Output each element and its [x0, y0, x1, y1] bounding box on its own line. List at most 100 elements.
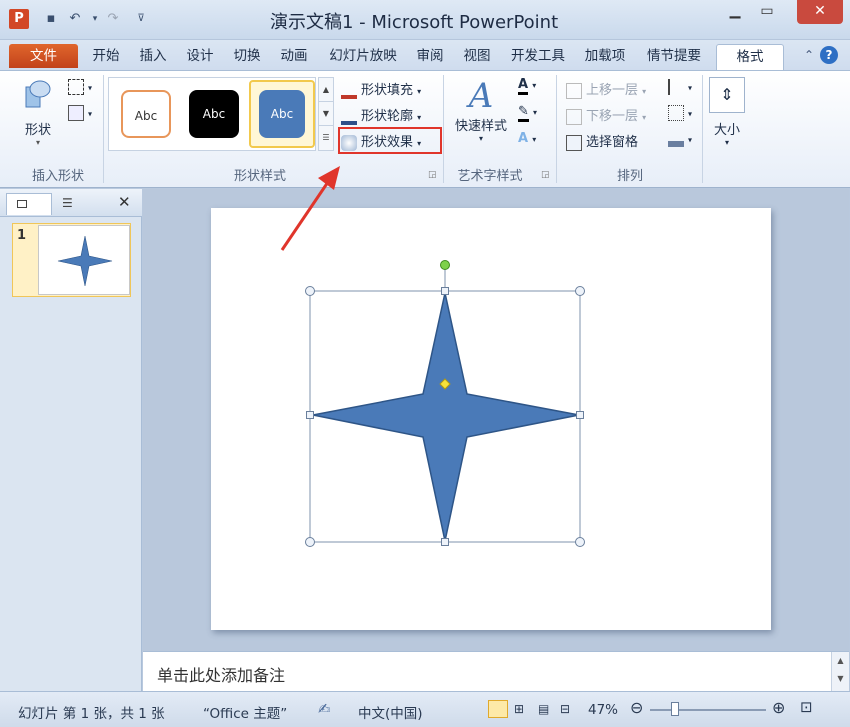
shape-style-gallery[interactable]: Abc Abc Abc: [108, 77, 316, 151]
size-button[interactable]: ⇕ 大小 ▾: [708, 77, 746, 147]
style-thumb-selected[interactable]: Abc: [249, 80, 315, 148]
customize-qat-icon[interactable]: ⊽: [132, 10, 150, 28]
notes-pane[interactable]: 单击此处添加备注 ▲ ▼: [143, 651, 849, 692]
tab-addins[interactable]: 加载项: [580, 44, 630, 68]
undo-icon[interactable]: ↶: [66, 10, 84, 28]
size-dropdown-icon: ▾: [724, 138, 729, 147]
slides-panel: ☰ ✕ 1: [0, 189, 142, 691]
slide-sorter-icon[interactable]: ⊞: [514, 702, 524, 716]
gallery-down-icon[interactable]: ▼: [319, 102, 333, 126]
slide-count: 幻灯片 第 1 张，共 1 张: [18, 706, 165, 722]
bring-forward-button[interactable]: 上移一层 ▾: [566, 79, 646, 99]
rotation-handle[interactable]: [440, 260, 450, 270]
text-effects-icon: A: [518, 131, 529, 146]
shapes-label: 形状: [24, 123, 51, 138]
resize-handle-bottom-right[interactable]: [575, 537, 585, 547]
normal-view-icon[interactable]: [488, 700, 508, 718]
minimize-button[interactable]: ▁: [720, 0, 750, 24]
text-fill-icon: A: [518, 77, 529, 95]
slides-tab-icon: [17, 200, 27, 208]
quick-styles-dropdown-icon: ▾: [478, 134, 483, 143]
four-point-star-shape[interactable]: [312, 292, 580, 542]
resize-handle-top-right[interactable]: [575, 286, 585, 296]
fit-to-window-icon[interactable]: ⊡: [800, 698, 813, 716]
tab-animations[interactable]: 动画: [276, 44, 312, 68]
rotate-button[interactable]: ▾: [668, 131, 692, 147]
tab-format[interactable]: 格式: [716, 44, 784, 71]
zoom-out-icon[interactable]: ⊖: [630, 698, 643, 717]
tab-insert[interactable]: 插入: [135, 44, 171, 68]
shape-outline-button[interactable]: 形状轮廓 ▾: [341, 105, 421, 125]
tab-review[interactable]: 审阅: [412, 44, 448, 68]
shape-styles-launcher-icon[interactable]: ◲: [428, 170, 437, 180]
theme-name[interactable]: “Office 主题”: [203, 702, 287, 722]
close-button[interactable]: ✕: [797, 0, 843, 24]
bring-forward-label: 上移一层: [586, 83, 639, 98]
resize-handle-top[interactable]: [441, 287, 449, 295]
slide-thumbnail-selected[interactable]: 1: [12, 223, 131, 297]
shape-fill-button[interactable]: 形状填充 ▾: [341, 79, 421, 99]
tab-developer[interactable]: 开发工具: [506, 44, 570, 68]
reading-view-icon[interactable]: ▤: [538, 702, 549, 716]
slides-tab[interactable]: [6, 193, 52, 215]
align-button[interactable]: ▾: [668, 79, 692, 95]
collapse-ribbon-icon[interactable]: ⌃: [800, 46, 818, 64]
wordart-launcher-icon[interactable]: ◲: [541, 170, 550, 180]
ribbon: 形状 ▾ ▾ ▾ 插入形状 Abc Abc Abc ▲ ▼ ☰ 形状填充 ▾ 形…: [0, 70, 850, 188]
undo-dropdown-icon[interactable]: ▾: [86, 10, 104, 28]
slide-canvas[interactable]: [211, 208, 771, 630]
zoom-level[interactable]: 47%: [588, 702, 618, 718]
tab-slideshow[interactable]: 幻灯片放映: [323, 44, 403, 68]
tab-design[interactable]: 设计: [182, 44, 218, 68]
separator: [443, 75, 444, 183]
edit-shape-button[interactable]: ▾: [68, 79, 92, 95]
resize-handle-bottom[interactable]: [441, 538, 449, 546]
resize-handle-left[interactable]: [306, 411, 314, 419]
resize-handle-right[interactable]: [576, 411, 584, 419]
shape-outline-label: 形状轮廓: [361, 109, 414, 124]
tab-transitions[interactable]: 切换: [229, 44, 265, 68]
gallery-more-icon[interactable]: ☰: [319, 126, 333, 150]
save-icon[interactable]: ▪: [42, 10, 60, 28]
powerpoint-app-icon[interactable]: P: [9, 9, 29, 29]
tab-view[interactable]: 视图: [459, 44, 495, 68]
spell-check-icon[interactable]: ✍: [318, 700, 331, 718]
redo-icon[interactable]: ↷: [104, 10, 122, 28]
outline-tab-icon[interactable]: ☰: [62, 196, 73, 210]
align-icon: [668, 79, 684, 95]
tab-home[interactable]: 开始: [88, 44, 124, 68]
group-objects-button[interactable]: ▾: [668, 105, 692, 121]
notes-scrollbar[interactable]: ▲ ▼: [831, 652, 849, 692]
text-effects-button[interactable]: A ▾: [518, 131, 536, 146]
gallery-up-icon[interactable]: ▲: [319, 78, 333, 102]
style-thumb-dark[interactable]: Abc: [189, 90, 239, 138]
resize-handle-bottom-left[interactable]: [305, 537, 315, 547]
group-arrange: 排列: [616, 169, 643, 184]
maximize-button[interactable]: ▭: [752, 0, 782, 24]
panel-tabs: ☰ ✕: [0, 189, 142, 217]
text-outline-button[interactable]: ✎ ▾: [518, 104, 537, 122]
tab-storyboarding[interactable]: 情节提要: [640, 44, 708, 68]
close-panel-icon[interactable]: ✕: [118, 193, 131, 211]
gallery-scroll[interactable]: ▲ ▼ ☰: [318, 77, 334, 151]
language-indicator[interactable]: 中文(中国): [358, 702, 423, 722]
zoom-in-icon[interactable]: ⊕: [772, 698, 785, 717]
text-fill-button[interactable]: A ▾: [518, 77, 536, 95]
shapes-button[interactable]: 形状 ▾: [16, 77, 60, 147]
zoom-slider[interactable]: [650, 702, 766, 716]
text-box-button[interactable]: ▾: [68, 105, 92, 121]
paint-bucket-icon: [341, 83, 357, 99]
shapes-dropdown-icon: ▾: [35, 138, 40, 147]
send-backward-button[interactable]: 下移一层 ▾: [566, 105, 646, 125]
help-icon[interactable]: ?: [820, 46, 838, 64]
slideshow-view-icon[interactable]: ⊟: [560, 702, 570, 716]
zoom-slider-thumb[interactable]: [671, 702, 679, 716]
group-insert-shapes: 插入形状: [31, 169, 84, 184]
selection-pane-button[interactable]: 选择窗格: [566, 131, 638, 151]
title-bar: P ▪ ↶ ▾ ↷ ⊽ 演示文稿1 - Microsoft PowerPoint…: [0, 0, 850, 40]
bring-forward-icon: [566, 82, 582, 99]
style-thumb-outline[interactable]: Abc: [121, 90, 171, 138]
tab-file[interactable]: 文件: [9, 44, 78, 68]
resize-handle-top-left[interactable]: [305, 286, 315, 296]
quick-styles-button[interactable]: A 快速样式 ▾: [450, 77, 512, 143]
